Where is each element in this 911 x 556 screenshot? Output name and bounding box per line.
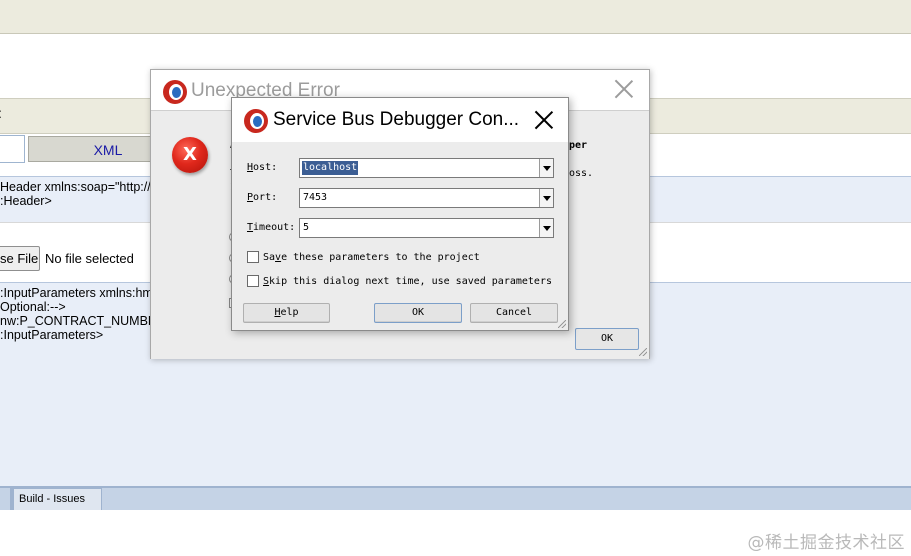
file-status-text: No file selected	[45, 251, 134, 266]
ok-button[interactable]: OK	[374, 303, 462, 323]
dialog-titlebar[interactable]: Service Bus Debugger Con...	[232, 98, 568, 142]
port-label: Port:	[247, 192, 278, 203]
error-icon: X	[172, 137, 208, 173]
skip-dialog-label[interactable]: Skip this dialog next time, use saved pa…	[263, 276, 552, 287]
port-value: 7453	[303, 192, 328, 203]
close-icon[interactable]	[534, 110, 554, 130]
host-label: Host:	[247, 162, 278, 173]
port-combobox[interactable]: 7453	[299, 188, 554, 208]
section-header-text: :	[0, 105, 2, 121]
app-logo-icon	[163, 80, 187, 104]
code-line: Optional:-->	[0, 300, 66, 314]
save-parameters-checkbox[interactable]	[247, 251, 259, 263]
resize-grip-icon[interactable]	[558, 320, 566, 328]
dialog-title: Service Bus Debugger Con...	[273, 109, 520, 130]
ide-top-toolbar	[0, 0, 911, 34]
resize-grip-icon[interactable]	[639, 348, 647, 356]
choose-file-button[interactable]: se File	[0, 246, 40, 271]
chevron-down-icon[interactable]	[539, 159, 553, 177]
tab-form[interactable]	[0, 135, 25, 163]
host-value: localhost	[302, 161, 359, 175]
host-combobox[interactable]: localhost	[299, 158, 554, 178]
code-line: :Header>	[0, 194, 52, 208]
code-line: nw:P_CONTRACT_NUMBER>	[0, 314, 173, 328]
code-line: :InputParameters>	[0, 328, 104, 342]
timeout-label: Timeout:	[247, 222, 296, 233]
help-button[interactable]: Help	[243, 303, 330, 323]
tab-build-issues-label: Build - Issues	[19, 493, 86, 505]
chevron-down-icon[interactable]	[539, 219, 553, 237]
error-detail-text: oss.	[569, 168, 594, 179]
timeout-value: 5	[303, 222, 310, 233]
debugger-connection-dialog: Service Bus Debugger Con... Host: localh…	[231, 97, 569, 331]
code-line: Header xmlns:soap="http://	[0, 180, 151, 194]
close-icon[interactable]	[613, 79, 635, 101]
skip-dialog-checkbox[interactable]	[247, 275, 259, 287]
cancel-button[interactable]: Cancel	[470, 303, 558, 323]
save-parameters-label[interactable]: Save these parameters to the project	[263, 252, 480, 263]
app-logo-icon	[244, 109, 268, 133]
code-line: :InputParameters xmlns:hmw	[0, 286, 162, 300]
bottom-panel-bar	[0, 486, 911, 510]
tab-build-issues[interactable]: Build - Issues	[10, 488, 102, 510]
error-ok-button[interactable]: OK	[575, 328, 639, 350]
chevron-down-icon[interactable]	[539, 189, 553, 207]
watermark-text: @稀土掘金技术社区	[747, 533, 905, 553]
tab-grip-icon	[11, 489, 14, 510]
timeout-combobox[interactable]: 5	[299, 218, 554, 238]
